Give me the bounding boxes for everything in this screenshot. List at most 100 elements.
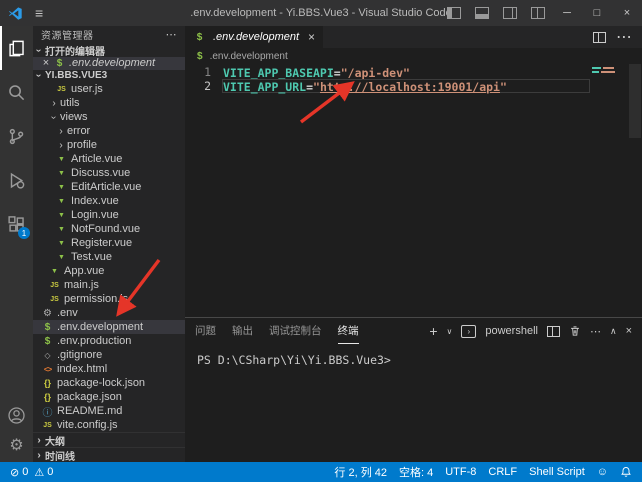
minimap[interactable]	[592, 67, 626, 75]
maximize-panel-icon[interactable]: ∧	[610, 326, 617, 337]
tree-item-profile[interactable]: profile	[33, 138, 185, 152]
tab-bar: $ .env.development × ⋯	[185, 26, 642, 48]
panel-tab-调试控制台[interactable]: 调试控制台	[269, 318, 322, 344]
problems-errors[interactable]: ⊘ 0	[10, 466, 28, 479]
panel-more-actions-icon[interactable]: ⋯	[590, 325, 601, 338]
timeline-section[interactable]: 时间线	[33, 447, 185, 462]
vscode-logo-icon	[8, 6, 23, 21]
panel-tab-终端[interactable]: 终端	[338, 318, 359, 344]
status-item[interactable]: Shell Script	[529, 464, 585, 480]
open-editors-section[interactable]: 打开的编辑器	[33, 44, 185, 57]
extensions-badge: 1	[18, 227, 30, 239]
tab-label: .env.development	[213, 31, 299, 43]
maximize-button[interactable]: □	[582, 0, 612, 26]
tree-item-EditArticle.vue[interactable]: ▼EditArticle.vue	[33, 180, 185, 194]
panel-tabs: 问题输出调试控制台终端	[195, 318, 359, 344]
outline-section[interactable]: 大纲	[33, 432, 185, 447]
toggle-sidebar-icon[interactable]	[447, 7, 461, 19]
code-token: =	[306, 80, 313, 94]
tree-item-package.json[interactable]: {}package.json	[33, 390, 185, 404]
tree-item-.env[interactable]: ⚙.env	[33, 306, 185, 320]
tree-item-user.js[interactable]: JSuser.js	[33, 82, 185, 96]
shell-selector[interactable]: powershell	[485, 325, 538, 337]
account-icon[interactable]	[0, 400, 33, 430]
tree-item-package-lock.json[interactable]: {}package-lock.json	[33, 376, 185, 390]
close-tab-icon[interactable]: ×	[308, 30, 315, 44]
terminal-content[interactable]: PS D:\CSharp\Yi\Yi.BBS.Vue3>	[185, 344, 642, 462]
chevron-right-icon	[33, 450, 45, 461]
explorer-more-actions-icon[interactable]: ⋯	[166, 28, 178, 41]
toggle-secondary-sidebar-icon[interactable]	[503, 7, 517, 19]
tree-item-README.md[interactable]: ⓘREADME.md	[33, 404, 185, 418]
tree-item-error[interactable]: error	[33, 124, 185, 138]
panel-tab-问题[interactable]: 问题	[195, 318, 216, 344]
explorer-icon[interactable]	[0, 26, 33, 70]
split-editor-icon[interactable]	[593, 32, 606, 43]
tree-item-.env.production[interactable]: $.env.production	[33, 334, 185, 348]
status-item[interactable]: 空格: 4	[399, 464, 433, 480]
json-file-icon: {}	[41, 392, 54, 402]
tree-item-utils[interactable]: utils	[33, 96, 185, 110]
project-root-folder[interactable]: YI.BBS.VUE3	[33, 70, 185, 82]
source-control-icon[interactable]	[0, 114, 33, 158]
tree-item-.env.development[interactable]: $.env.development	[33, 320, 185, 334]
tree-item-index.html[interactable]: <>index.html	[33, 362, 185, 376]
tree-item-Test.vue[interactable]: ▼Test.vue	[33, 250, 185, 264]
tree-item-Discuss.vue[interactable]: ▼Discuss.vue	[33, 166, 185, 180]
close-panel-icon[interactable]: ×	[626, 325, 632, 337]
tree-item-NotFound.vue[interactable]: ▼NotFound.vue	[33, 222, 185, 236]
open-editor-item[interactable]: × $ .env.development	[33, 57, 185, 70]
tree-item-main.js[interactable]: JSmain.js	[33, 278, 185, 292]
search-icon[interactable]	[0, 70, 33, 114]
new-terminal-icon[interactable]: +	[429, 323, 437, 339]
settings-gear-icon[interactable]: ⚙	[0, 430, 33, 460]
tree-item-permission.js[interactable]: JSpermission.js	[33, 292, 185, 306]
tab-env-development[interactable]: $ .env.development ×	[185, 26, 323, 48]
code-text: VITE_APP_URL="http://localhost:19001/api…	[222, 79, 590, 93]
vue-file-icon: ▼	[55, 254, 68, 261]
tree-item-Article.vue[interactable]: ▼Article.vue	[33, 152, 185, 166]
json-file-icon: {}	[41, 378, 54, 388]
line-number: 2	[185, 79, 222, 93]
close-window-button[interactable]: ×	[612, 0, 642, 26]
kill-terminal-icon[interactable]	[569, 325, 581, 337]
tree-item-vite.config.js[interactable]: JSvite.config.js	[33, 418, 185, 432]
customize-layout-icon[interactable]	[531, 7, 545, 19]
timeline-label: 时间线	[45, 448, 75, 462]
status-item[interactable]: 行 2, 列 42	[334, 464, 387, 480]
tree-item-.gitignore[interactable]: ◇.gitignore	[33, 348, 185, 362]
terminal-dropdown-icon[interactable]: ∨	[447, 327, 453, 336]
powershell-launch-icon[interactable]: ›	[461, 325, 476, 338]
code-line-1[interactable]: 1VITE_APP_BASEAPI="/api-dev"	[185, 65, 642, 79]
breadcrumb[interactable]: $ .env.development	[185, 48, 642, 64]
editor-group: $ .env.development × ⋯ $ .env.developmen…	[185, 26, 642, 462]
editor-more-actions-icon[interactable]: ⋯	[616, 27, 632, 47]
close-icon[interactable]: ×	[39, 57, 53, 69]
extensions-icon[interactable]: 1	[0, 202, 33, 246]
toggle-panel-icon[interactable]	[475, 7, 489, 19]
code-editor[interactable]: 1VITE_APP_BASEAPI="/api-dev"2VITE_APP_UR…	[185, 64, 642, 317]
tree-item-Index.vue[interactable]: ▼Index.vue	[33, 194, 185, 208]
tree-item-App.vue[interactable]: ▼App.vue	[33, 264, 185, 278]
feedback-icon[interactable]: ☺	[597, 466, 608, 478]
code-line-2[interactable]: 2VITE_APP_URL="http://localhost:19001/ap…	[185, 79, 642, 93]
split-terminal-icon[interactable]	[547, 326, 560, 337]
tree-item-Login.vue[interactable]: ▼Login.vue	[33, 208, 185, 222]
run-debug-icon[interactable]	[0, 158, 33, 202]
terminal-prompt: PS D:\CSharp\Yi\Yi.BBS.Vue3>	[197, 353, 391, 367]
vue-file-icon: ▼	[55, 226, 68, 233]
explorer-title: 资源管理器	[41, 27, 94, 42]
minimap-slider[interactable]	[629, 64, 641, 138]
url-link[interactable]: http://localhost:19001/api	[320, 80, 500, 94]
tree-item-Register.vue[interactable]: ▼Register.vue	[33, 236, 185, 250]
tree-item-views[interactable]: views	[33, 110, 185, 124]
status-item[interactable]: UTF-8	[445, 464, 476, 480]
panel-tab-输出[interactable]: 输出	[232, 318, 253, 344]
file-name: .env.development	[57, 321, 143, 333]
js-file-icon: JS	[48, 296, 61, 303]
menu-icon[interactable]: ≡	[35, 5, 43, 21]
notifications-bell-icon[interactable]	[620, 466, 632, 478]
status-item[interactable]: CRLF	[488, 464, 517, 480]
minimize-button[interactable]: ─	[552, 0, 582, 26]
problems-warnings[interactable]: ⚠ 0	[34, 466, 53, 479]
